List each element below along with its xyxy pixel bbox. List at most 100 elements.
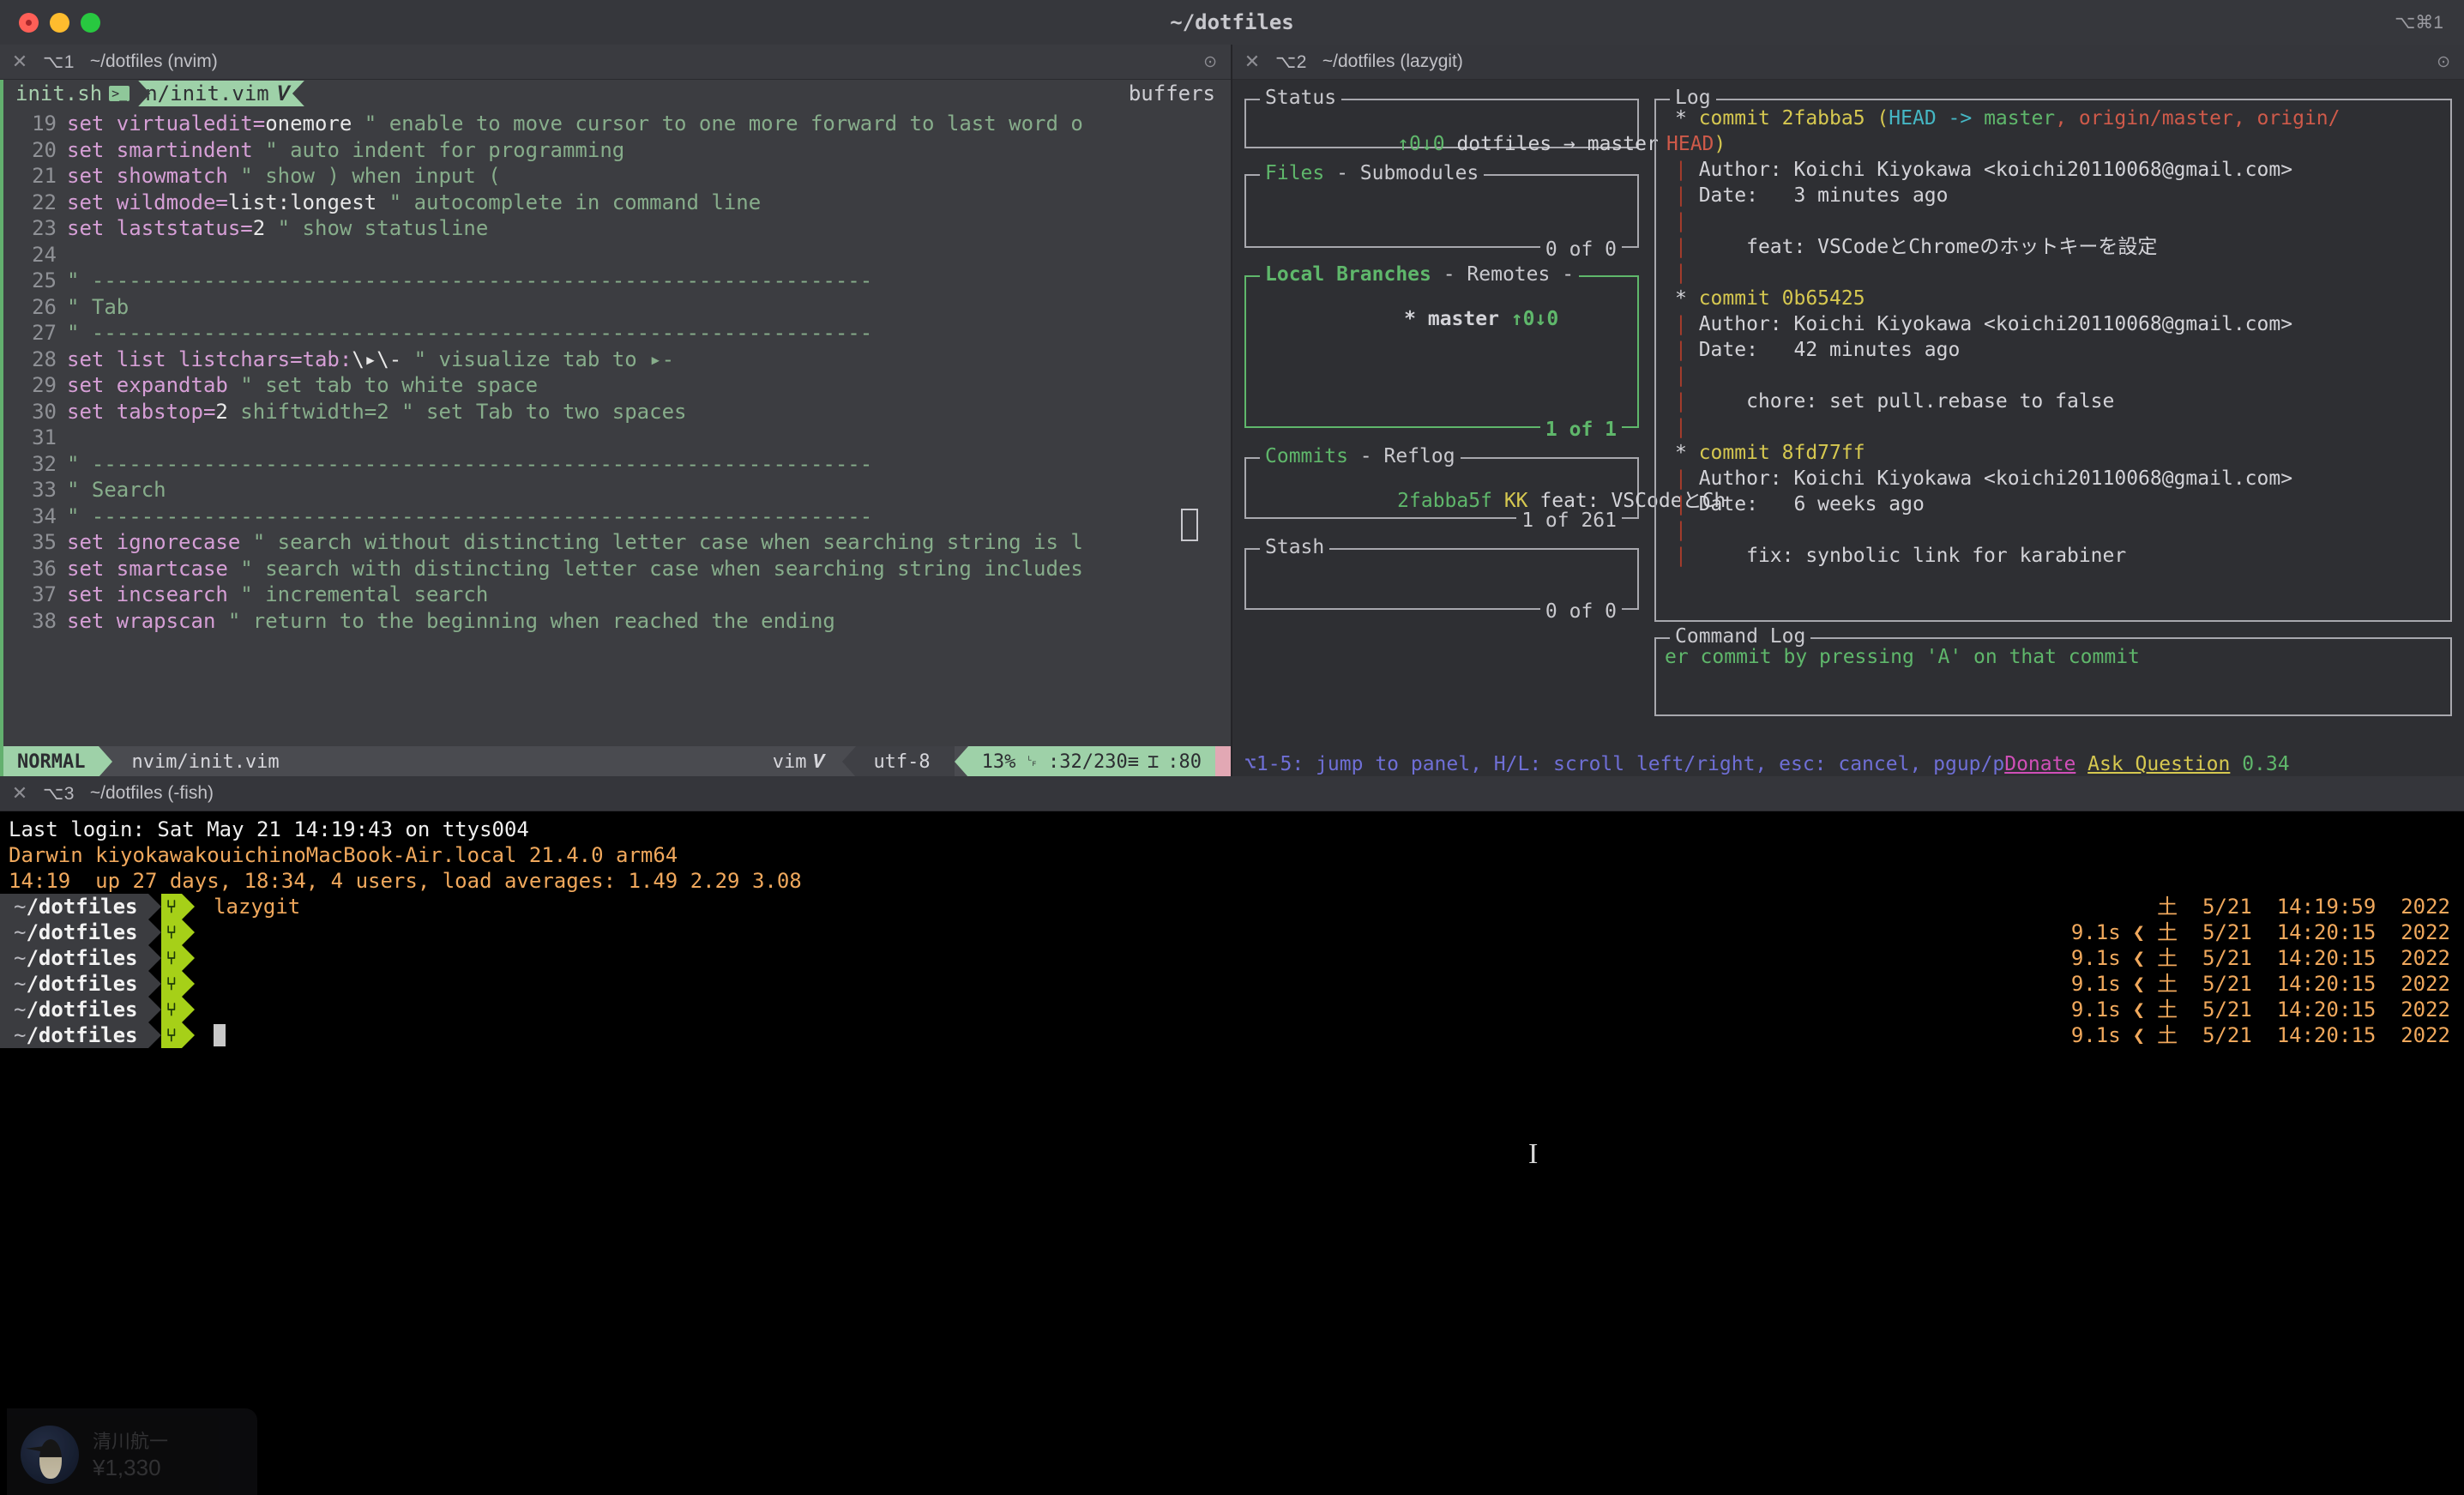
ask-question-link[interactable]: Ask Question bbox=[2087, 753, 2230, 775]
line-number: 34 bbox=[32, 503, 57, 528]
nvim-tabline[interactable]: init.sh >_ n/init.vim 𝑽 buffers bbox=[3, 80, 1231, 107]
code-line[interactable]: 29 set expandtab " set tab to white space bbox=[3, 372, 1231, 399]
code-comment: " Search bbox=[67, 478, 166, 502]
command-duration: 9.1s bbox=[2070, 972, 2121, 996]
tab-init-sh[interactable]: init.sh >_ bbox=[15, 81, 135, 105]
lazygit-commits-panel[interactable]: Commits - Reflog 2fabba5f KK feat: VSCod… bbox=[1244, 445, 1726, 532]
code-line[interactable]: 31 bbox=[3, 425, 1231, 451]
buffers-label[interactable]: buffers bbox=[1129, 81, 1231, 105]
lazygit-log-content[interactable]: * commit 2fabba5 (HEAD -> master, origin… bbox=[1666, 105, 2438, 615]
pane-options-icon[interactable]: ⊙ bbox=[1203, 52, 1217, 72]
lazygit-branches-panel[interactable]: Local Branches - Remotes - * master ↑0↓0… bbox=[1244, 263, 1639, 441]
lazygit-branches-legend: Local Branches - Remotes - bbox=[1260, 263, 1580, 286]
code-line[interactable]: 32 " ------------------------------------… bbox=[3, 451, 1231, 478]
lazygit-stash-panel[interactable]: Stash 0 of 0 bbox=[1244, 536, 1639, 623]
fish-terminal[interactable]: Last login: Sat May 21 14:19:43 on ttys0… bbox=[0, 811, 2464, 1495]
log-spacer: | bbox=[1675, 262, 1687, 284]
code-keyword: set showmatch bbox=[67, 164, 228, 188]
code-line[interactable]: 25 " ------------------------------------… bbox=[3, 268, 1231, 294]
shell-command[interactable]: lazygit bbox=[214, 894, 300, 919]
dock-user-amount: ¥1,330 bbox=[93, 1455, 161, 1480]
statusline-chevron-2 bbox=[954, 746, 968, 776]
prompt-chevron-dark bbox=[148, 894, 161, 919]
prompt-chevron-dark bbox=[148, 945, 161, 971]
code-line[interactable]: 27 " ------------------------------------… bbox=[3, 320, 1231, 347]
dock-user-name: 清川航一 bbox=[93, 1431, 169, 1452]
shell-prompt-row[interactable]: ~/dotfiles ⑂ 9.1s ❮ 土 5/21 14:20:15 2022 bbox=[0, 997, 2464, 1022]
column-glyph-icon: ⌶ bbox=[1148, 751, 1160, 773]
code-line[interactable]: 21 set showmatch " show ) when input ( bbox=[3, 163, 1231, 190]
window-shortcut-hint: ⌥⌘1 bbox=[2395, 12, 2443, 33]
timestamp-weekday: 土 bbox=[2157, 998, 2203, 1022]
close-icon[interactable]: ✕ bbox=[1238, 51, 1267, 73]
code-line[interactable]: 34 " ------------------------------------… bbox=[3, 503, 1231, 530]
status-repo-branch: dotfiles → master bbox=[1456, 133, 1659, 155]
shell-prompt-row[interactable]: ~/dotfiles ⑂ 9.1s ❮ 土 5/21 14:20:15 2022 bbox=[0, 1022, 2464, 1048]
lazygit-status-panel[interactable]: Status ↑0↓0 dotfiles → master bbox=[1244, 87, 1659, 155]
git-branch-icon: ⑂ bbox=[160, 997, 183, 1022]
code-line[interactable]: 35 set ignorecase " search without distin… bbox=[3, 529, 1231, 556]
code-line[interactable]: 24 bbox=[3, 242, 1231, 268]
pane-fish[interactable]: ✕ ⌥3 ~/dotfiles (-fish) Last login: Sat … bbox=[0, 776, 2464, 1495]
git-branch-icon: ⑂ bbox=[160, 894, 183, 919]
code-line[interactable]: 30 set tabstop=2 shiftwidth=2 " set Tab t… bbox=[3, 399, 1231, 425]
pane-lazygit-header[interactable]: ✕ ⌥2 ~/dotfiles (lazygit) ⊙ bbox=[1232, 45, 2464, 80]
prompt-timestamp: 9.1s ❮ 土 5/21 14:20:15 2022 bbox=[2018, 919, 2450, 945]
status-behind-count: ↓0 bbox=[1420, 133, 1445, 155]
log-commit-author: | Author: Koichi Kiyokawa <koichi2011006… bbox=[1675, 313, 2293, 335]
donate-link[interactable]: Donate bbox=[2004, 753, 2075, 775]
log-commit-subject: | chore: set pull.rebase to false bbox=[1675, 390, 2115, 413]
shell-prompt-row[interactable]: ~/dotfiles ⑂ 9.1s ❮ 土 5/21 14:20:15 2022 bbox=[0, 919, 2464, 945]
code-line[interactable]: 19 set virtualedit=onemore " enable to mo… bbox=[3, 111, 1231, 137]
fish-prompt-list[interactable]: ~/dotfiles ⑂ lazygit 土 5/21 14:19:59 2022 ~… bbox=[0, 894, 2464, 1048]
lazygit-files-panel[interactable]: Files - Submodules 0 of 0 bbox=[1244, 162, 1639, 261]
git-branch-icon: ⑂ bbox=[160, 1022, 183, 1048]
tab-init-vim[interactable]: n/init.vim 𝑽 bbox=[126, 81, 304, 106]
code-line[interactable]: 38 set wrapscan " return to the beginning… bbox=[3, 608, 1231, 635]
shell-prompt-row[interactable]: ~/dotfiles ⑂ lazygit 土 5/21 14:19:59 2022 bbox=[0, 894, 2464, 919]
code-line[interactable]: 33 " Search bbox=[3, 477, 1231, 503]
motd-line: 14:19 up 27 days, 18:34, 4 users, load a… bbox=[9, 869, 802, 893]
code-keyword: set laststatus= bbox=[67, 216, 253, 240]
code-line[interactable]: 26 " Tab bbox=[3, 294, 1231, 321]
prompt-path-segment: ~/dotfiles bbox=[0, 894, 148, 919]
lazygit-log-panel[interactable]: Log * commit 2fabba5 (HEAD -> master, or… bbox=[1654, 87, 2452, 622]
dock-user-card[interactable]: 清川航一 ¥1,330 bbox=[7, 1408, 257, 1495]
code-comment: " incremental search bbox=[227, 582, 489, 606]
nvim-code-lines[interactable]: 19 set virtualedit=onemore " enable to mo… bbox=[3, 107, 1231, 634]
terminal-window: ~/dotfiles ⌥⌘1 ✕ ⌥1 ~/dotfiles (nvim) ⊙ … bbox=[0, 0, 2464, 776]
code-line[interactable]: 37 set incsearch " incremental search bbox=[3, 582, 1231, 608]
branch-name[interactable]: * master bbox=[1404, 308, 1499, 330]
command-log-legend: Command Log bbox=[1670, 625, 1811, 648]
branch-behind: ↓0 bbox=[1534, 308, 1559, 330]
lazygit-log-legend: Log bbox=[1670, 87, 1716, 109]
code-line[interactable]: 28 set list listchars=tab:\▸\- " visualiz… bbox=[3, 347, 1231, 373]
line-number: 36 bbox=[32, 556, 57, 581]
line-number: 30 bbox=[32, 399, 57, 424]
code-line[interactable]: 36 set smartcase " search with distinctin… bbox=[3, 556, 1231, 582]
timestamp-weekday: 土 bbox=[2157, 920, 2203, 944]
pane-nvim-header[interactable]: ✕ ⌥1 ~/dotfiles (nvim) ⊙ bbox=[0, 45, 1231, 80]
prompt-tilde: ~ bbox=[14, 920, 27, 944]
code-line[interactable]: 20 set smartindent " auto indent for prog… bbox=[3, 137, 1231, 164]
nvim-editor[interactable]: init.sh >_ n/init.vim 𝑽 buffers 19 set vi… bbox=[0, 80, 1231, 776]
pane-options-icon[interactable]: ⊙ bbox=[2437, 52, 2450, 72]
pane-lazygit[interactable]: ✕ ⌥2 ~/dotfiles (lazygit) ⊙ Status ↑0↓0 … bbox=[1232, 45, 2464, 776]
nvim-column: ​:80 bbox=[1167, 751, 1202, 773]
status-ahead-count: ↑0 bbox=[1397, 133, 1421, 155]
shell-prompt-row[interactable]: ~/dotfiles ⑂ 9.1s ❮ 土 5/21 14:20:15 2022 bbox=[0, 971, 2464, 997]
close-icon[interactable]: ✕ bbox=[5, 782, 34, 805]
lazygit-ui[interactable]: Status ↑0↓0 dotfiles → master Files - Su… bbox=[1232, 80, 2464, 776]
code-comment: " auto indent for programming bbox=[252, 137, 625, 162]
pane-fish-header[interactable]: ✕ ⌥3 ~/dotfiles (-fish) bbox=[0, 776, 2464, 811]
statusline-chevron-1 bbox=[842, 746, 857, 776]
shell-prompt-row[interactable]: ~/dotfiles ⑂ 9.1s ❮ 土 5/21 14:20:15 2022 bbox=[0, 945, 2464, 971]
pane-nvim[interactable]: ✕ ⌥1 ~/dotfiles (nvim) ⊙ init.sh >_ n/in… bbox=[0, 45, 1232, 776]
lazygit-command-log-panel[interactable]: Command Log er commit by pressing 'A' on… bbox=[1654, 625, 2452, 716]
code-keyword: set list listchars=tab: bbox=[67, 347, 352, 371]
code-line[interactable]: 23 set laststatus=2 " show statusline bbox=[3, 215, 1231, 242]
prompt-timestamp: 9.1s ❮ 土 5/21 14:20:15 2022 bbox=[2018, 997, 2450, 1022]
prompt-path-segment: ~/dotfiles bbox=[0, 1022, 148, 1048]
close-icon[interactable]: ✕ bbox=[5, 51, 34, 73]
code-line[interactable]: 22 set wildmode=list:longest " autocomple… bbox=[3, 190, 1231, 216]
